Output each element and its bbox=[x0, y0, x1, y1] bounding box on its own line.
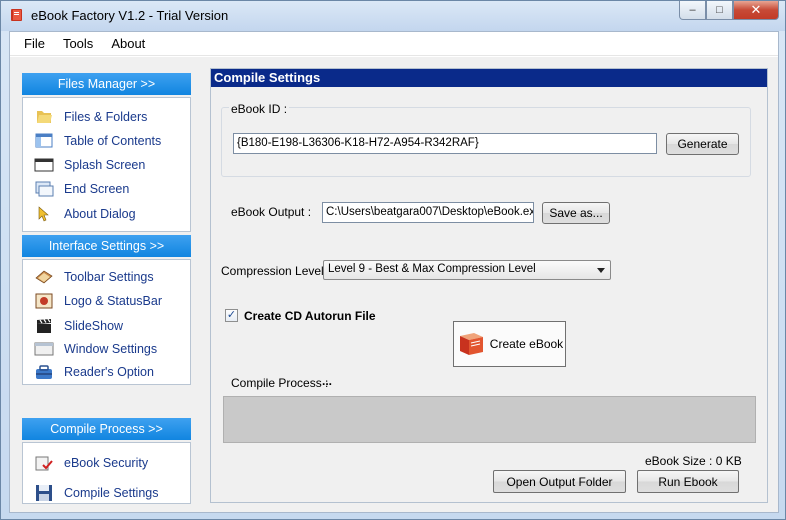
end-screen-icon bbox=[35, 181, 54, 197]
clapperboard-icon bbox=[37, 318, 51, 333]
nav-label: Files & Folders bbox=[64, 110, 148, 124]
create-ebook-button[interactable]: Create eBook bbox=[453, 321, 566, 367]
nav-window-settings[interactable]: Window Settings bbox=[34, 339, 157, 359]
window-icon bbox=[34, 342, 54, 356]
nav-label: Window Settings bbox=[64, 342, 158, 356]
splash-screen-icon bbox=[34, 158, 54, 172]
minimize-button[interactable]: – bbox=[679, 1, 706, 20]
table-of-contents-icon bbox=[35, 133, 53, 148]
compile-process-label: Compile Process : bbox=[231, 376, 329, 390]
ebook-output-label: eBook Output : bbox=[231, 205, 312, 219]
title-bar[interactable]: eBook Factory V1.2 - Trial Version – □ ✕ bbox=[1, 1, 785, 31]
nav-label: Reader's Option bbox=[64, 365, 154, 379]
nav-files-folders[interactable]: Files & Folders bbox=[34, 107, 147, 127]
security-icon bbox=[35, 456, 53, 471]
nav-label: eBook Security bbox=[64, 456, 149, 470]
nav-label: Table of Contents bbox=[64, 134, 162, 148]
book-icon bbox=[459, 333, 483, 355]
app-book-icon bbox=[11, 9, 22, 21]
create-ebook-label: Create eBook bbox=[489, 337, 564, 351]
menu-bar: File Tools About bbox=[10, 32, 778, 56]
menu-tools[interactable]: Tools bbox=[63, 36, 93, 51]
nav-logo-statusbar[interactable]: Logo & StatusBar bbox=[34, 291, 162, 311]
close-button[interactable]: ✕ bbox=[733, 1, 779, 20]
nav-label: Compile Settings bbox=[64, 486, 159, 500]
ebook-id-field[interactable]: {B180-E198-L36306-K18-H72-A954-R342RAF} bbox=[233, 133, 657, 154]
nav-label: Logo & StatusBar bbox=[64, 294, 162, 308]
ebook-output-field[interactable]: C:\Users\beatgara007\Desktop\eBook.exe bbox=[322, 202, 534, 223]
compile-process-header[interactable]: Compile Process >> bbox=[22, 418, 191, 440]
compile-settings-panel: Compile Settings eBook ID : {B180-E198-L… bbox=[210, 68, 768, 503]
window-controls: – □ ✕ bbox=[679, 1, 779, 21]
reader-icon bbox=[36, 365, 52, 379]
nav-table-of-contents[interactable]: Table of Contents bbox=[34, 131, 161, 151]
nav-readers-option[interactable]: Reader's Option bbox=[34, 362, 154, 382]
autorun-label: Create CD Autorun File bbox=[244, 309, 376, 323]
nav-label: About Dialog bbox=[64, 207, 136, 221]
toolbar-icon bbox=[35, 270, 53, 284]
nav-end-screen[interactable]: End Screen bbox=[34, 179, 129, 199]
app-window: eBook Factory V1.2 - Trial Version – □ ✕… bbox=[0, 0, 786, 520]
generate-button[interactable]: Generate bbox=[666, 133, 739, 155]
nav-label: SlideShow bbox=[64, 319, 124, 333]
compression-level-value: Level 9 - Best & Max Compression Level bbox=[328, 263, 536, 275]
nav-slideshow[interactable]: SlideShow bbox=[34, 316, 123, 336]
folder-icon bbox=[37, 111, 52, 123]
nav-splash-screen[interactable]: Splash Screen bbox=[34, 155, 145, 175]
logo-icon bbox=[35, 293, 53, 309]
window-title: eBook Factory V1.2 - Trial Version bbox=[31, 8, 229, 23]
interface-settings-header[interactable]: Interface Settings >> bbox=[22, 235, 191, 257]
client-area: File Tools About Files Manager >> Files … bbox=[9, 31, 779, 513]
compile-process-status: ... bbox=[322, 374, 333, 388]
menu-file[interactable]: File bbox=[24, 36, 45, 51]
pointer-icon bbox=[38, 206, 49, 222]
open-output-folder-button[interactable]: Open Output Folder bbox=[493, 470, 626, 493]
save-as-button[interactable]: Save as... bbox=[542, 202, 610, 224]
nav-label: Toolbar Settings bbox=[64, 270, 154, 284]
nav-about-dialog[interactable]: About Dialog bbox=[34, 204, 136, 224]
nav-compile-settings[interactable]: Compile Settings bbox=[34, 483, 159, 503]
maximize-button[interactable]: □ bbox=[706, 1, 733, 20]
compression-level-label: Compression Level : bbox=[221, 264, 331, 278]
nav-toolbar-settings[interactable]: Toolbar Settings bbox=[34, 267, 154, 287]
autorun-checkbox[interactable]: ✓ bbox=[225, 309, 238, 322]
compile-progress-bar bbox=[223, 396, 756, 443]
menu-about[interactable]: About bbox=[111, 36, 145, 51]
compression-level-select[interactable]: Level 9 - Best & Max Compression Level bbox=[323, 260, 611, 280]
files-manager-header[interactable]: Files Manager >> bbox=[22, 73, 191, 95]
nav-label: Splash Screen bbox=[64, 158, 146, 172]
nav-label: End Screen bbox=[64, 182, 130, 196]
panel-title: Compile Settings bbox=[211, 69, 767, 87]
main-body: Files Manager >> Files & Folders Table o… bbox=[10, 57, 778, 512]
floppy-disk-icon bbox=[36, 485, 52, 501]
ebook-id-label: eBook ID : bbox=[229, 102, 290, 116]
nav-ebook-security[interactable]: eBook Security bbox=[34, 453, 148, 473]
ebook-size-label: eBook Size : 0 KB bbox=[645, 454, 742, 468]
chevron-down-icon bbox=[597, 268, 605, 273]
run-ebook-button[interactable]: Run Ebook bbox=[637, 470, 739, 493]
